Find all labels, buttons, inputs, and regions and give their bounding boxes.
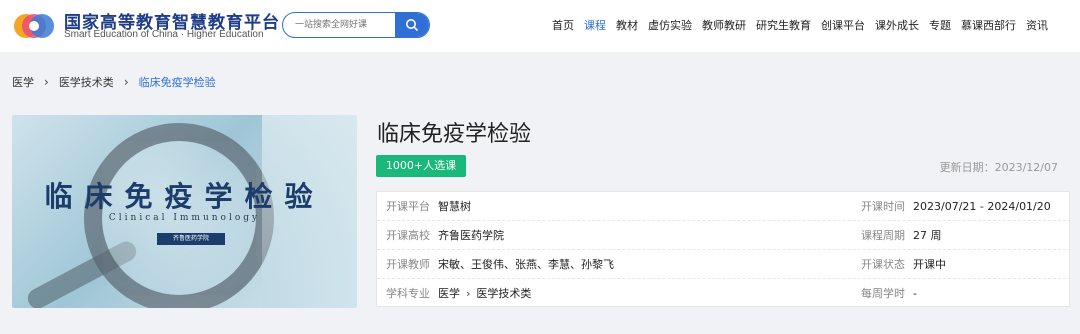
- subject-link-medical-tech[interactable]: 医学技术类: [476, 287, 531, 300]
- time-value: 2023/07/21 - 2024/01/20: [913, 200, 1051, 213]
- course-cover-image: 临床免疫学检验 Clinical Immunology 齐鲁医药学院: [12, 115, 357, 308]
- platform-logo[interactable]: [12, 8, 56, 44]
- nav-item-extracurricular[interactable]: 课外成长: [875, 17, 919, 33]
- cover-school-badge: 齐鲁医药学院: [157, 233, 225, 245]
- platform-value: 智慧树: [438, 200, 471, 213]
- school-label: 开课高校: [386, 229, 430, 242]
- status-label: 开课状态: [861, 258, 905, 271]
- info-row: 学科专业 医学 › 医学技术类 每周学时 -: [377, 279, 1071, 308]
- hours-label: 每周学时: [861, 287, 905, 300]
- nav-item-course-creation[interactable]: 创课平台: [821, 17, 865, 33]
- subject-value: 医学 › 医学技术类: [438, 279, 531, 308]
- nav-item-topics[interactable]: 专题: [929, 17, 951, 33]
- cover-subtitle: Clinical Immunology: [108, 213, 261, 223]
- breadcrumb: 医学 › 医学技术类 › 临床免疫学检验: [12, 74, 216, 90]
- search-button[interactable]: [395, 13, 429, 37]
- main-nav: 首页 课程 教材 虚仿实验 教师教研 研究生教育 创课平台 课外成长 专题 慕课…: [552, 17, 1048, 33]
- teacher-value: 宋敏、王俊伟、张燕、李慧、孙黎飞: [438, 258, 614, 271]
- nav-item-home[interactable]: 首页: [552, 17, 574, 33]
- cover-title: 临床免疫学检验: [44, 180, 325, 213]
- info-row: 开课平台 智慧树 开课时间 2023/07/21 - 2024/01/20: [377, 192, 1071, 221]
- nav-item-courses[interactable]: 课程: [584, 17, 606, 33]
- nav-item-teacher-research[interactable]: 教师教研: [702, 17, 746, 33]
- period-value: 27 周: [913, 229, 942, 242]
- brand-name-en: Smart Education of China · Higher Educat…: [64, 29, 264, 40]
- enroll-count-badge: 1000+人选课: [376, 155, 466, 177]
- course-info-table: 开课平台 智慧树 开课时间 2023/07/21 - 2024/01/20 开课…: [376, 191, 1071, 308]
- search-input[interactable]: [283, 13, 395, 37]
- nav-item-textbooks[interactable]: 教材: [616, 17, 638, 33]
- school-value: 齐鲁医药学院: [438, 229, 504, 242]
- chevron-right-icon: ›: [44, 75, 49, 89]
- nav-item-news[interactable]: 资讯: [1026, 17, 1048, 33]
- breadcrumb-item-medical-tech[interactable]: 医学技术类: [59, 74, 114, 90]
- breadcrumb-item-current: 临床免疫学检验: [138, 76, 216, 89]
- top-header: 国家高等教育智慧教育平台 Smart Education of China · …: [0, 0, 1080, 52]
- nav-item-graduate[interactable]: 研究生教育: [756, 17, 811, 33]
- teacher-label: 开课教师: [386, 258, 430, 271]
- status-value: 开课中: [913, 258, 946, 271]
- breadcrumb-item-medicine[interactable]: 医学: [12, 74, 34, 90]
- search-box: [282, 12, 430, 38]
- info-row: 开课教师 宋敏、王俊伟、张燕、李慧、孙黎飞 开课状态 开课中: [377, 250, 1071, 279]
- hours-value: -: [913, 287, 917, 300]
- nav-item-mooc-west[interactable]: 慕课西部行: [961, 17, 1016, 33]
- chevron-right-icon: ›: [123, 75, 129, 89]
- update-date: 更新日期：2023/12/07: [939, 161, 1058, 174]
- info-row: 开课高校 齐鲁医药学院 课程周期 27 周: [377, 221, 1071, 250]
- platform-label: 开课平台: [386, 200, 430, 213]
- nav-item-virtual-labs[interactable]: 虚仿实验: [648, 17, 692, 33]
- period-label: 课程周期: [861, 229, 905, 242]
- subject-label: 学科专业: [386, 287, 430, 300]
- subject-link-medicine[interactable]: 医学: [438, 287, 460, 300]
- time-label: 开课时间: [861, 200, 905, 213]
- chevron-right-icon: ›: [466, 287, 471, 300]
- course-title: 临床免疫学检验: [377, 122, 532, 147]
- search-icon: [406, 19, 419, 32]
